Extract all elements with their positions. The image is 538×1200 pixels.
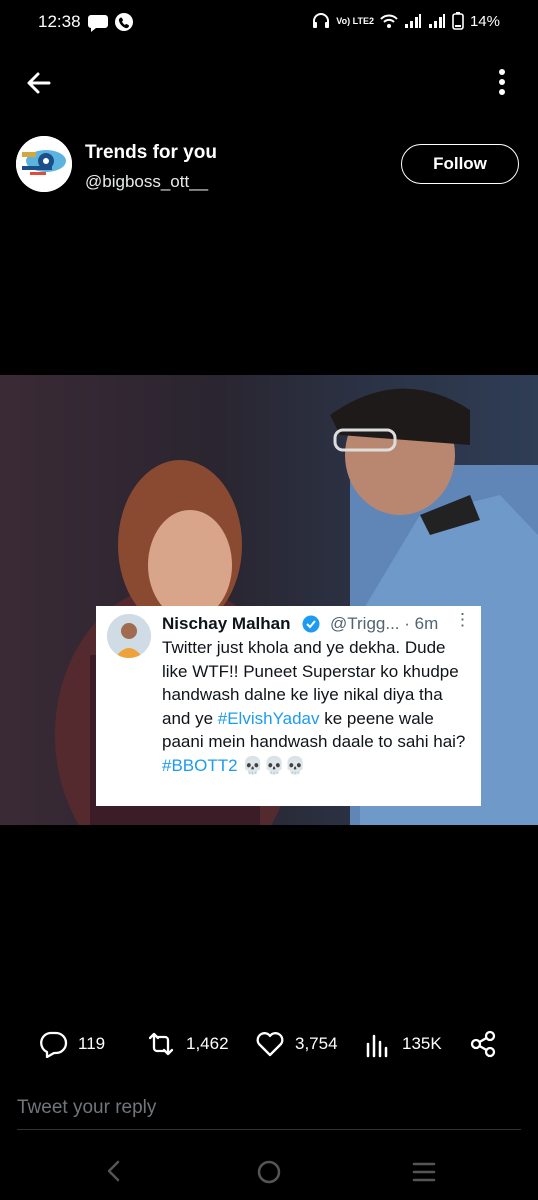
bigboss-logo-icon bbox=[16, 136, 72, 192]
nav-recents-icon[interactable] bbox=[412, 1161, 436, 1183]
tweet-actions: 119 1,462 3,754 135K bbox=[0, 1020, 538, 1068]
tweet-media[interactable]: Nischay Malhan @Trigg... · 6m ⋮ Twitter … bbox=[0, 375, 538, 825]
like-button[interactable]: 3,754 bbox=[255, 1030, 338, 1058]
user-handle[interactable]: @bigboss_ott__ bbox=[85, 172, 208, 192]
share-icon bbox=[470, 1030, 496, 1058]
quoted-tweet-screenshot: Nischay Malhan @Trigg... · 6m ⋮ Twitter … bbox=[96, 606, 481, 806]
chat-bubble-icon bbox=[88, 13, 133, 32]
follow-button[interactable]: Follow bbox=[401, 144, 519, 184]
share-button[interactable] bbox=[468, 1030, 498, 1058]
quoted-handle-time: @Trigg... · 6m bbox=[330, 614, 439, 633]
reply-divider bbox=[17, 1129, 521, 1130]
system-icons: Vo) LTE2 14% bbox=[312, 12, 500, 30]
wifi-icon bbox=[380, 14, 398, 28]
quoted-more-icon: ⋮ bbox=[454, 610, 471, 629]
profile-avatar[interactable] bbox=[16, 136, 72, 192]
status-time: 12:38 bbox=[38, 12, 81, 31]
hashtag-elvishyadav: #ElvishYadav bbox=[217, 708, 320, 728]
status-bar: 12:38 Vo) LTE2 14% bbox=[0, 0, 538, 44]
back-button[interactable] bbox=[22, 66, 56, 100]
display-name[interactable]: Trends for you bbox=[85, 142, 217, 164]
nav-back-icon[interactable] bbox=[103, 1160, 125, 1182]
back-arrow-icon bbox=[27, 72, 51, 94]
reply-count: 119 bbox=[78, 1034, 106, 1053]
verified-badge-icon bbox=[302, 615, 320, 633]
signal-1-icon bbox=[404, 14, 421, 28]
more-vertical-icon bbox=[499, 69, 505, 95]
reply-icon bbox=[40, 1031, 68, 1058]
heart-icon bbox=[256, 1032, 284, 1057]
view-count: 135K bbox=[402, 1034, 442, 1053]
more-options-button[interactable] bbox=[488, 66, 516, 100]
system-nav-bar bbox=[0, 1140, 538, 1200]
hashtag-bbott2: #BBOTT2 bbox=[162, 755, 238, 775]
person-avatar-icon bbox=[107, 614, 151, 658]
headphones-icon bbox=[313, 13, 330, 28]
battery-level: 14% bbox=[469, 12, 500, 30]
views-button[interactable]: 135K bbox=[364, 1030, 442, 1058]
quoted-name: Nischay Malhan bbox=[162, 614, 291, 633]
views-icon bbox=[366, 1034, 388, 1058]
battery-icon bbox=[452, 12, 464, 30]
nav-home-icon[interactable] bbox=[257, 1160, 281, 1184]
network-label: Vo) LTE2 bbox=[336, 15, 374, 26]
skull-emojis: 💀💀💀 bbox=[237, 755, 306, 775]
retweet-button[interactable]: 1,462 bbox=[146, 1030, 229, 1058]
retweet-icon bbox=[148, 1032, 174, 1056]
like-count: 3,754 bbox=[295, 1034, 338, 1053]
retweet-count: 1,462 bbox=[186, 1034, 229, 1053]
quoted-avatar bbox=[107, 614, 151, 658]
quoted-text: Twitter just khola and ye dekha. Dude li… bbox=[162, 638, 466, 775]
reply-input[interactable]: Tweet your reply bbox=[17, 1097, 156, 1119]
reply-button[interactable]: 119 bbox=[38, 1030, 105, 1058]
signal-2-icon bbox=[428, 14, 445, 28]
notification-icons bbox=[88, 12, 136, 39]
